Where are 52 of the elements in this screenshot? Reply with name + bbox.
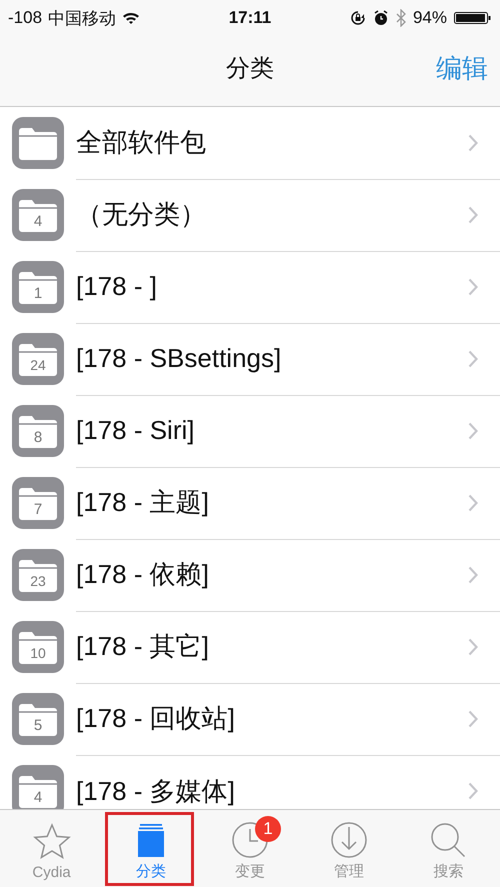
chevron-icon: [468, 494, 478, 512]
download-icon: [329, 820, 370, 860]
battery-icon: [454, 10, 492, 26]
folder-icon: [12, 117, 64, 169]
folder-icon: 1: [12, 261, 64, 313]
category-label: [178 - Siri]: [76, 415, 196, 446]
category-row[interactable]: 4 （无分类）: [0, 179, 500, 251]
category-label: 全部软件包: [76, 126, 207, 159]
chevron-icon: [468, 206, 478, 224]
wifi-icon: [122, 11, 140, 25]
notification-badge: 1: [254, 816, 281, 842]
folder-icon: 5: [12, 693, 64, 745]
category-row[interactable]: 10 [178 - 其它]: [0, 611, 500, 683]
battery-percent: 94%: [412, 8, 447, 28]
category-row[interactable]: 24 [178 - SBsettings]: [0, 323, 500, 395]
chevron-icon: [468, 350, 478, 368]
chevron-icon: [468, 134, 478, 152]
category-label: [178 - 主题]: [76, 486, 210, 519]
alarm-icon: [372, 10, 389, 26]
category-label: [178 - 其它]: [76, 630, 210, 663]
category-row[interactable]: 8 [178 - Siri]: [0, 395, 500, 467]
category-label: [178 - 多媒体]: [76, 774, 236, 808]
category-label: [178 - 依赖]: [76, 558, 210, 591]
folder-icon: 10: [12, 621, 64, 673]
category-label: [178 - 回收站]: [76, 702, 236, 735]
category-row[interactable]: 全部软件包: [0, 107, 500, 179]
category-row[interactable]: 5 [178 - 回收站]: [0, 683, 500, 755]
category-row[interactable]: 1 [178 - ]: [0, 251, 500, 323]
folder-icon: 4: [12, 765, 64, 809]
carrier-name: 中国移动: [48, 8, 116, 30]
chevron-icon: [468, 278, 478, 296]
screen-title: 分类: [225, 54, 275, 84]
category-label: [178 - ]: [76, 271, 158, 302]
category-label: （无分类）: [76, 198, 207, 231]
tab-button[interactable]: 分类: [101, 810, 200, 887]
chevron-icon: [468, 422, 478, 440]
bluetooth-icon: [396, 9, 406, 27]
folder-icon: 7: [12, 477, 64, 529]
chevron-icon: [468, 566, 478, 584]
category-label: [178 - SBsettings]: [76, 343, 282, 374]
folder-icon: 24: [12, 333, 64, 385]
rotation-lock-icon: [350, 10, 366, 26]
clock-time: 17:11: [228, 8, 272, 28]
chevron-icon: [468, 710, 478, 728]
chevron-icon: [468, 782, 478, 800]
category-row[interactable]: 7 [178 - 主题]: [0, 467, 500, 539]
folder-icon: 4: [12, 189, 64, 241]
signal-strength: -108: [8, 8, 42, 28]
category-row[interactable]: 23 [178 - 依赖]: [0, 539, 500, 611]
folder-icon: 23: [12, 549, 64, 601]
folder-icon: 8: [12, 405, 64, 457]
chevron-icon: [468, 638, 478, 656]
